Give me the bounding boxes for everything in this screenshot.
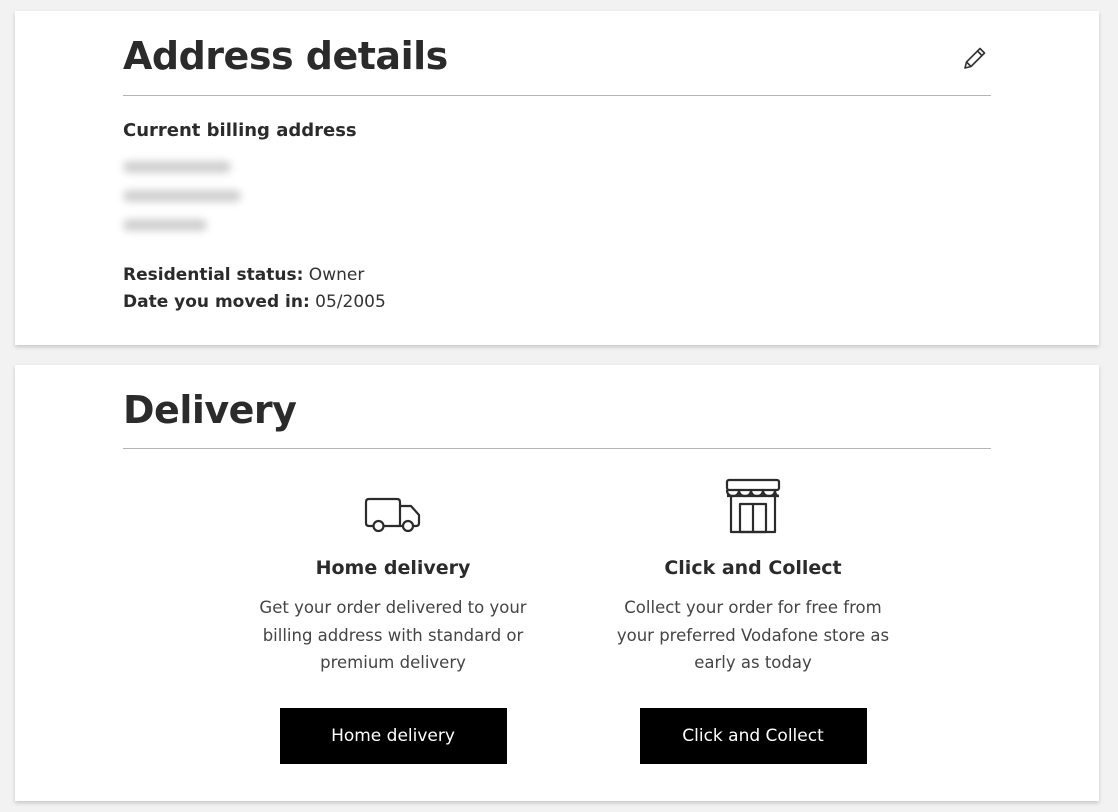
click-and-collect-option: Click and Collect Collect your order for… bbox=[603, 475, 903, 764]
delivery-card: Delivery Home delivery Get your order de… bbox=[15, 365, 1099, 801]
store-icon bbox=[725, 478, 781, 534]
address-details-title: Address details bbox=[123, 34, 448, 78]
residential-status: Residential status: Owner bbox=[123, 265, 364, 285]
truck-icon bbox=[364, 497, 421, 533]
home-delivery-description: Get your order delivered to your billing… bbox=[259, 598, 527, 672]
moved-in-label: Date you moved in: bbox=[123, 292, 310, 312]
home-delivery-button[interactable]: Home delivery bbox=[279, 707, 507, 764]
residential-status-label: Residential status: bbox=[123, 265, 304, 285]
edit-address-button[interactable] bbox=[957, 41, 991, 75]
redacted-address bbox=[123, 161, 241, 248]
redacted-address-line bbox=[123, 161, 231, 173]
click-and-collect-button[interactable]: Click and Collect bbox=[639, 707, 867, 764]
residential-status-value: Owner bbox=[303, 265, 365, 285]
address-divider bbox=[123, 95, 991, 96]
delivery-title: Delivery bbox=[123, 388, 297, 432]
address-details-card: Address details Current billing address … bbox=[15, 11, 1099, 345]
pencil-icon bbox=[964, 47, 986, 69]
moved-in-date: Date you moved in: 05/2005 bbox=[123, 292, 386, 312]
home-delivery-option: Home delivery Get your order delivered t… bbox=[243, 475, 543, 764]
delivery-divider bbox=[123, 448, 991, 449]
click-and-collect-title: Click and Collect bbox=[664, 557, 842, 579]
click-and-collect-description: Collect your order for free from your pr… bbox=[616, 598, 890, 672]
billing-address-heading: Current billing address bbox=[123, 120, 357, 141]
redacted-address-line bbox=[123, 190, 241, 202]
moved-in-value: 05/2005 bbox=[309, 292, 386, 312]
redacted-address-line bbox=[123, 219, 207, 231]
home-delivery-title: Home delivery bbox=[315, 557, 471, 579]
